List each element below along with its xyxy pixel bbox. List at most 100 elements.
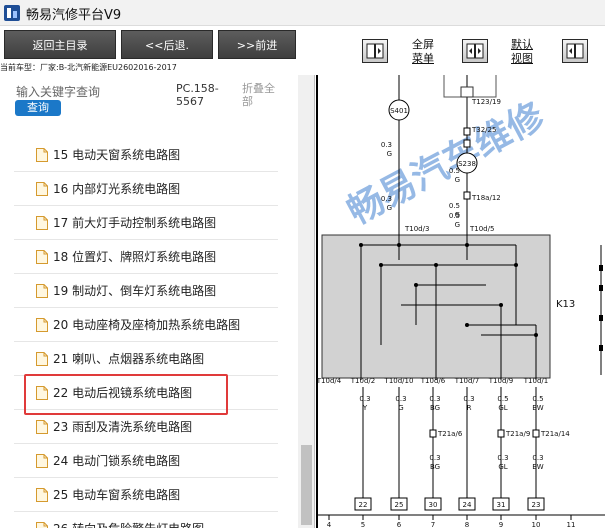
ruler-label-1: 5 [361,521,365,528]
lower-wire-color-0: BG [430,463,440,471]
top-wire-color-3: G [387,204,392,212]
default-view-link[interactable]: 默认 视图 [505,38,539,66]
ground-box-label-3: 24 [463,501,472,509]
list-item[interactable]: 21 喇叭、点烟器系统电路图 [14,342,278,376]
top-wire-gauge-1: 0.5 [449,167,460,175]
edge-pin-3 [599,345,603,351]
list-item[interactable]: 16 内部灯光系统电路图 [14,172,278,206]
top-wire-gauge-3: 0.3 [381,195,392,203]
document-icon [36,351,48,366]
bottom-wire-gauge-3: 0.3 [463,395,474,403]
bottom-wire-color-4: GL [498,404,507,412]
ruler-label-3: 7 [431,521,435,528]
list-item-label: 20 电动座椅及座椅加热系统电路图 [53,318,241,332]
list-item-label: 21 喇叭、点烟器系统电路图 [53,352,205,366]
list-item-label: 26 转向及危险警告灯电路图 [53,520,204,528]
mid-connector-2: T21a/14 [540,430,570,438]
edge-pin-0 [599,265,603,271]
list-item[interactable]: 23 雨刮及清洗系统电路图 [14,410,278,444]
junction-dot-6 [499,303,503,307]
list-item[interactable]: 18 位置灯、牌照灯系统电路图 [14,240,278,274]
ground-box-label-5: 23 [532,501,541,509]
list-item[interactable]: 24 电动门锁系统电路图 [14,444,278,478]
diagram-watermark: 畅易汽车维修 [341,95,552,233]
bottom-wire-color-3: R [467,404,472,412]
pin-label-6: T10d/1 [523,377,548,385]
ground-box-label-4: 31 [497,501,506,509]
ruler-label-0: 4 [327,521,332,528]
fold-all-button[interactable]: 折叠全部 [242,82,282,108]
lower-wire-gauge-2: 0.3 [532,454,543,462]
list-item[interactable]: 15 电动天窗系统电路图 [14,138,278,172]
list-item[interactable]: 17 前大灯手动控制系统电路图 [14,206,278,240]
back-button[interactable]: <<后退. [121,30,213,59]
ruler-label-4: 8 [465,521,469,528]
document-icon [36,215,48,230]
pin-label-4: T10d/7 [454,377,479,385]
ruler-label-2: 6 [397,521,402,528]
forward-button[interactable]: >>前进 [218,30,296,59]
default-label-1: 默认 [511,38,533,51]
ruler-label-5: 9 [499,521,503,528]
top-connector-4: T10d/5 [469,225,494,233]
split-view-button[interactable] [462,39,488,63]
fullscreen-menu-link[interactable]: 全屏 菜单 [404,38,442,66]
search-button[interactable]: 查询 [15,100,61,116]
bottom-wire-gauge-5: 0.5 [532,395,543,403]
top-wire-color-1: G [455,176,460,184]
list-item-label: 17 前大灯手动控制系统电路图 [53,216,217,230]
search-input[interactable]: 输入关键字查询 [16,83,100,100]
top-connector-2: T18a/12 [471,194,501,202]
mid-connector-1: T21a/9 [505,430,530,438]
document-icon [36,453,48,468]
bottom-wire-color-5: BW [532,404,544,412]
pin-label-1: T10d/2 [350,377,375,385]
list-item-label: 18 位置灯、牌照灯系统电路图 [53,250,217,264]
bottom-wire-color-0: Y [362,404,368,412]
junction-dot-1 [397,243,401,247]
junction-dot-5 [414,283,418,287]
top-wire-gauge-0: 0.3 [381,141,392,149]
list-item-label: 23 雨刮及清洗系统电路图 [53,420,193,434]
top-connector-3: T10d/3 [404,225,429,233]
edge-pin-1 [599,285,603,291]
junction-dot-7 [514,263,518,267]
bottom-wire-gauge-1: 0.3 [395,395,406,403]
bottom-wire-gauge-4: 0.5 [497,395,508,403]
wiring-diagram[interactable]: 畅易汽车维修 K13 S401 S238 0.3 G 0.5 G 0.5 G 0.3 G 0.5 G T… [316,75,605,528]
bottom-wire-color-1: G [398,404,403,412]
panel-arrow-icon [366,43,384,59]
top-wire-gauge-2: 0.5 [449,202,460,210]
mid-connector-pin-1 [497,429,505,438]
selection-highlight [24,374,228,415]
home-button[interactable]: 返回主目录 [4,30,116,59]
list-item[interactable]: 19 制动灯、倒车灯系统电路图 [14,274,278,308]
list-item[interactable]: 25 电动车窗系统电路图 [14,478,278,512]
connector-pin-0 [463,127,471,136]
document-icon [36,419,48,434]
list-scrollbar[interactable] [298,75,314,528]
ruler-label-7: 11 [567,521,576,528]
current-vehicle: 当前车型：厂家:B-北汽新能源EU2602016-2017 [0,63,177,72]
top-wire-color-4: G [455,221,460,229]
ground-box-label-1: 25 [395,501,404,509]
junction-dot-3 [379,263,383,267]
list-item-label: 24 电动门锁系统电路图 [53,454,181,468]
list-item-label: 16 内部灯光系统电路图 [53,182,181,196]
fuse-box-top [460,86,474,98]
collapse-right-button[interactable] [562,39,588,63]
pin-label-0: T10d/4 [316,377,342,385]
scroll-thumb[interactable] [301,445,312,525]
document-icon [36,181,48,196]
top-connector-0: T123/19 [471,98,501,106]
junction-dot-0 [359,243,363,247]
bottom-wire-gauge-0: 0.3 [359,395,370,403]
panel-arrow-left-icon [566,43,584,59]
connector-pin-2 [463,191,471,200]
splice-s238-label: S238 [458,160,476,168]
list-item[interactable]: 20 电动座椅及座椅加热系统电路图 [14,308,278,342]
list-item[interactable]: 26 转向及危险警告灯电路图 [14,512,278,528]
connector-pin-1 [463,139,471,148]
app-icon [4,5,20,21]
collapse-left-button[interactable] [362,39,388,63]
